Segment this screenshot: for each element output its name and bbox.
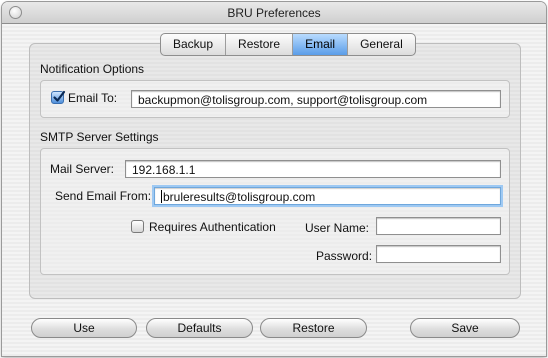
requires-authentication-label[interactable]: Requires Authentication [149, 220, 276, 234]
notification-options-title: Notification Options [40, 62, 145, 76]
save-button[interactable]: Save [410, 318, 520, 338]
send-email-from-value: bruleresults@tolisgroup.com [163, 190, 316, 204]
send-email-from-field[interactable]: bruleresults@tolisgroup.com [154, 187, 501, 205]
defaults-button[interactable]: Defaults [146, 318, 253, 338]
restore-button[interactable]: Restore [260, 318, 367, 338]
requires-authentication-checkbox[interactable] [131, 220, 144, 233]
title-bar[interactable]: BRU Preferences [2, 2, 546, 24]
tab-backup[interactable]: Backup [161, 34, 227, 55]
checkmark-icon [53, 90, 66, 102]
email-tab-panel: Notification Options Email To: backupmon… [29, 43, 521, 299]
mail-server-label: Mail Server: [50, 162, 115, 176]
email-to-label: Email To: [68, 91, 118, 105]
preferences-window: BRU Preferences Backup Restore Email Gen… [2, 2, 546, 356]
user-name-label: User Name: [305, 221, 370, 235]
tab-bar: Backup Restore Email General [160, 33, 416, 56]
email-to-checkbox[interactable] [51, 90, 66, 104]
password-label: Password: [316, 249, 373, 263]
use-button[interactable]: Use [31, 318, 137, 338]
smtp-settings-group: Mail Server: 192.168.1.1 Send Email From… [40, 148, 510, 275]
password-field[interactable] [376, 245, 501, 263]
tab-restore[interactable]: Restore [226, 34, 294, 55]
user-name-field[interactable] [376, 217, 501, 235]
tab-email[interactable]: Email [293, 34, 349, 55]
text-cursor [161, 190, 162, 203]
mail-server-field[interactable]: 192.168.1.1 [125, 160, 501, 178]
window-title: BRU Preferences [227, 6, 321, 20]
email-to-field[interactable]: backupmon@tolisgroup.com, support@tolisg… [131, 90, 501, 108]
tab-general[interactable]: General [348, 34, 415, 55]
send-email-from-label: Send Email From: [55, 189, 152, 203]
notification-options-group: Email To: backupmon@tolisgroup.com, supp… [40, 80, 510, 118]
smtp-settings-title: SMTP Server Settings [40, 130, 159, 144]
